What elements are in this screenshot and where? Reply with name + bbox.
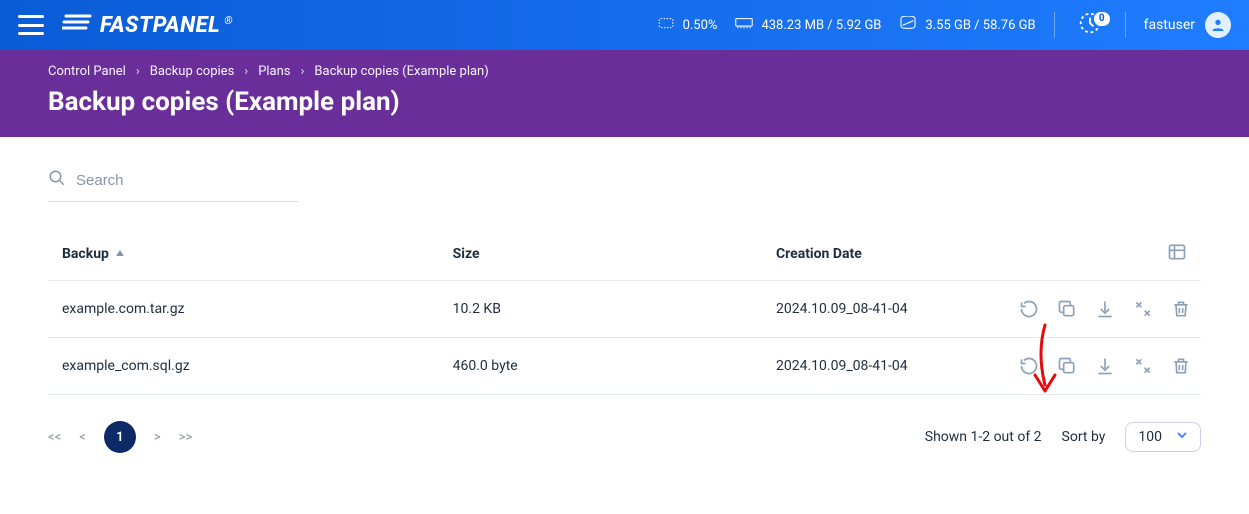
chevron-right-icon: ›	[301, 64, 305, 79]
page-current[interactable]: 1	[104, 421, 136, 453]
cpu-stat: 0.50%	[657, 16, 718, 34]
page-size-value: 100	[1138, 429, 1162, 445]
disk-stat: 3.55 GB / 58.76 GB	[899, 16, 1035, 34]
cell-size: 10.2 KB	[443, 281, 766, 338]
breadcrumb: Control Panel › Backup copies › Plans › …	[48, 64, 1201, 79]
breadcrumb-item[interactable]: Plans	[258, 64, 290, 79]
page-next-button[interactable]: >	[154, 430, 161, 445]
shown-count-label: Shown 1-2 out of 2	[925, 429, 1042, 445]
column-label: Backup	[62, 246, 109, 262]
brand-logo[interactable]: FASTPANEL ®	[62, 12, 233, 38]
delete-button[interactable]	[1171, 299, 1191, 319]
cell-created: 2024.10.09_08-41-04	[766, 281, 1009, 338]
disk-icon	[899, 16, 917, 34]
search-field[interactable]	[48, 165, 298, 202]
user-menu[interactable]: fastuser	[1144, 12, 1231, 38]
chevron-right-icon: ›	[136, 64, 140, 79]
search-input[interactable]	[76, 172, 298, 189]
download-button[interactable]	[1095, 356, 1115, 376]
brand-logo-icon	[62, 12, 96, 38]
column-header-created[interactable]: Creation Date	[766, 228, 1009, 281]
restore-button[interactable]	[1019, 299, 1039, 319]
row-actions	[1019, 299, 1191, 319]
chevron-right-icon: ›	[244, 64, 248, 79]
divider	[1054, 12, 1055, 38]
view-toggle-button[interactable]	[1167, 242, 1187, 262]
breadcrumb-item[interactable]: Backup copies	[150, 64, 235, 79]
backups-table: Backup Size Creation Date	[48, 228, 1201, 395]
memory-icon	[735, 16, 753, 34]
brand-name: FASTPANEL	[100, 13, 220, 38]
download-button[interactable]	[1095, 299, 1115, 319]
content: Backup Size Creation Date	[0, 137, 1249, 493]
cpu-icon	[657, 16, 675, 34]
menu-toggle-button[interactable]	[18, 15, 44, 35]
page-last-button[interactable]: >>	[179, 430, 193, 445]
page-header: Control Panel › Backup copies › Plans › …	[0, 50, 1249, 137]
table-row: example.com.tar.gz10.2 KB2024.10.09_08-4…	[48, 281, 1201, 338]
copy-button[interactable]	[1057, 299, 1077, 319]
pagination: << < 1 > >>	[48, 421, 192, 453]
chevron-down-icon	[1176, 429, 1188, 445]
page-title: Backup copies (Example plan)	[48, 87, 1201, 117]
search-icon	[48, 169, 66, 191]
breadcrumb-item[interactable]: Control Panel	[48, 64, 126, 79]
delete-button[interactable]	[1171, 356, 1191, 376]
user-avatar-icon	[1205, 12, 1231, 38]
cell-backup-name: example.com.tar.gz	[48, 281, 443, 338]
table-footer: << < 1 > >> Shown 1-2 out of 2 Sort by 1…	[48, 421, 1201, 453]
cpu-value: 0.50%	[683, 18, 718, 33]
tasks-count-badge: 0	[1094, 12, 1110, 26]
disk-value: 3.55 GB / 58.76 GB	[925, 18, 1035, 33]
table-header-row: Backup Size Creation Date	[48, 228, 1201, 281]
divider	[1125, 12, 1126, 38]
column-header-backup[interactable]: Backup	[62, 246, 125, 262]
page-first-button[interactable]: <<	[48, 430, 61, 445]
cell-size: 460.0 byte	[443, 338, 766, 395]
column-label: Size	[453, 246, 480, 262]
column-header-size[interactable]: Size	[443, 228, 766, 281]
restore-button[interactable]	[1019, 356, 1039, 376]
username-label: fastuser	[1144, 17, 1195, 33]
memory-value: 438.23 MB / 5.92 GB	[761, 18, 881, 33]
copy-button[interactable]	[1057, 356, 1077, 376]
partial-restore-button[interactable]	[1133, 356, 1153, 376]
brand-reg: ®	[224, 14, 233, 27]
table-row: example_com.sql.gz460.0 byte2024.10.09_0…	[48, 338, 1201, 395]
cell-backup-name: example_com.sql.gz	[48, 338, 443, 395]
page-size-select[interactable]: 100	[1125, 422, 1201, 452]
sort-asc-icon	[115, 246, 125, 262]
cell-created: 2024.10.09_08-41-04	[766, 338, 1009, 395]
tasks-button[interactable]: 0	[1073, 10, 1107, 40]
column-label: Creation Date	[776, 246, 862, 262]
topbar: FASTPANEL ® 0.50% 438.23 MB / 5.92 GB 3.…	[0, 0, 1249, 50]
memory-stat: 438.23 MB / 5.92 GB	[735, 16, 881, 34]
row-actions	[1019, 356, 1191, 376]
page-prev-button[interactable]: <	[79, 430, 86, 445]
breadcrumb-item[interactable]: Backup copies (Example plan)	[314, 64, 488, 79]
sort-by-label: Sort by	[1062, 429, 1106, 445]
partial-restore-button[interactable]	[1133, 299, 1153, 319]
